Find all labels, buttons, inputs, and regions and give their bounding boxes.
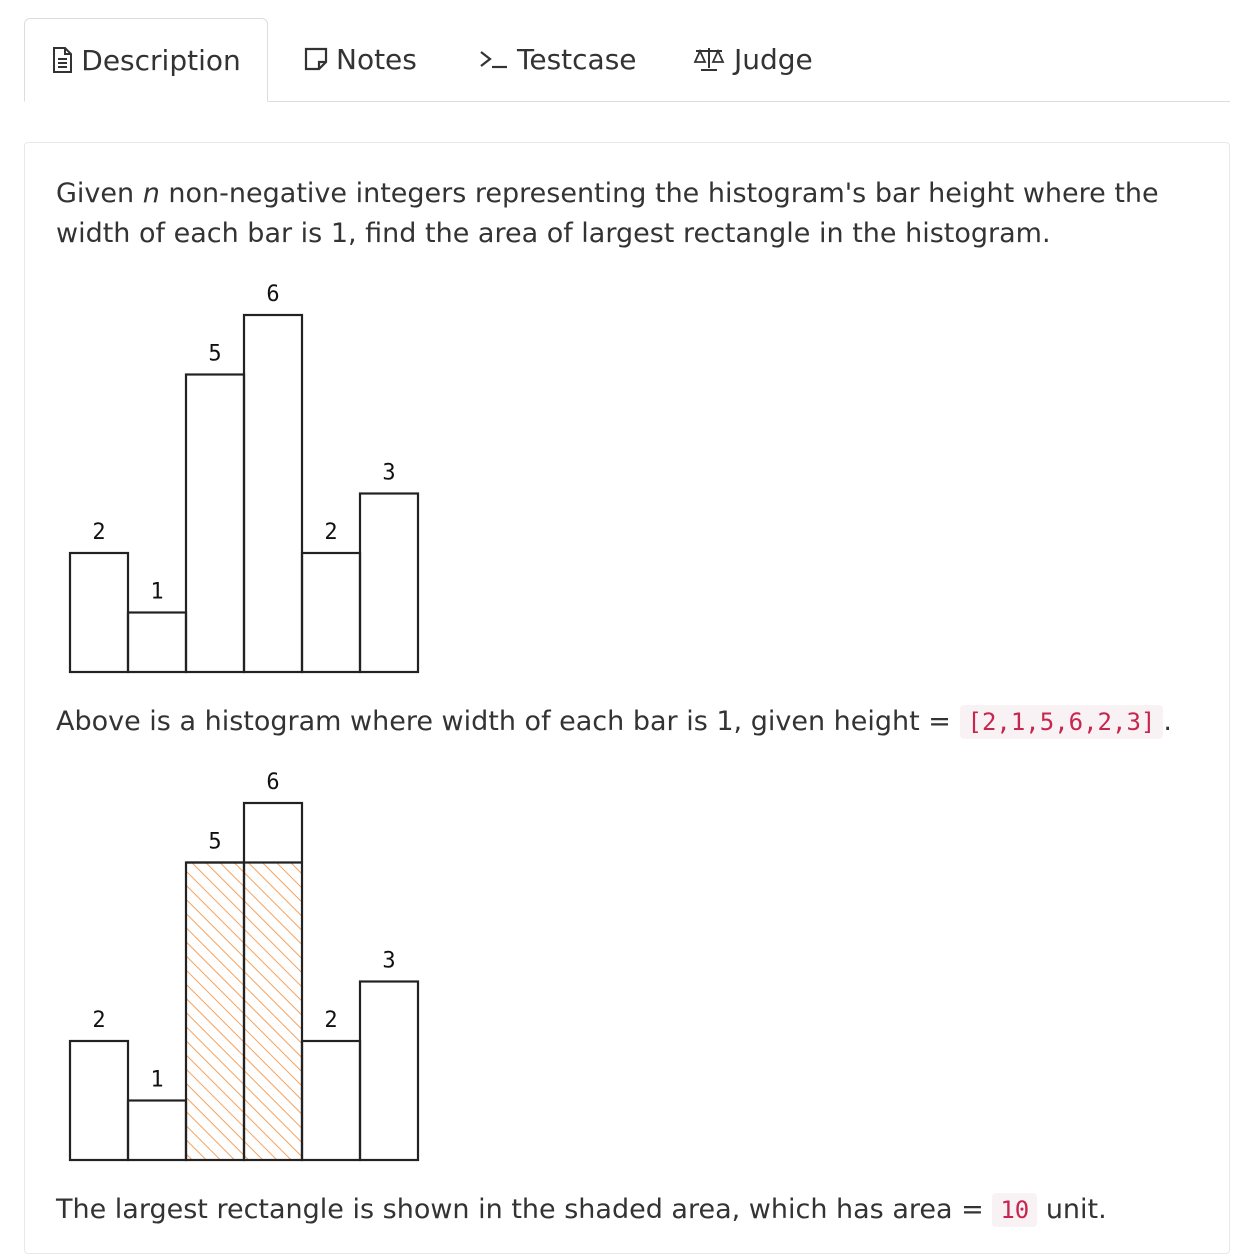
intro-text-rest: non-negative integers representing the h… <box>56 178 1159 249</box>
caption-text: Above is a histogram where width of each… <box>56 706 960 737</box>
bar-value-label: 2 <box>324 520 337 545</box>
note-icon <box>304 47 328 71</box>
document-icon <box>51 47 73 73</box>
bar-value-label: 6 <box>266 282 279 307</box>
tab-bar: Description Notes Testcase Judge <box>24 18 1230 102</box>
bar <box>300 1039 362 1162</box>
bar <box>68 551 130 674</box>
tab-judge[interactable]: Judge <box>692 18 813 100</box>
tab-label: Description <box>81 43 241 77</box>
result-caption: The largest rectangle is shown in the sh… <box>56 1190 1206 1230</box>
tab-notes[interactable]: Notes <box>304 18 417 100</box>
bar-value-label: 2 <box>92 520 105 545</box>
bar-value-label: 1 <box>150 580 163 605</box>
tab-label: Judge <box>734 42 813 76</box>
result-text: The largest rectangle is shown in the sh… <box>56 1194 993 1225</box>
height-array-code: [2,1,5,6,2,3] <box>959 705 1164 739</box>
bar <box>242 313 304 674</box>
bar <box>184 373 246 674</box>
histogram-caption: Above is a histogram where width of each… <box>56 702 1206 742</box>
bar <box>68 1039 130 1162</box>
tab-testcase[interactable]: Testcase <box>479 18 637 100</box>
bar-value-label: 3 <box>382 949 395 974</box>
bar-value-label: 1 <box>150 1068 163 1093</box>
n-variable: n <box>142 178 160 209</box>
intro-text: Given <box>56 178 143 209</box>
tab-label: Notes <box>336 42 417 76</box>
bar <box>300 551 362 674</box>
bar <box>358 492 420 674</box>
bar <box>358 980 420 1162</box>
result-unit: unit. <box>1037 1194 1107 1225</box>
terminal-icon <box>479 48 509 70</box>
bar <box>126 1099 188 1162</box>
bar <box>126 611 188 674</box>
bar-value-label: 2 <box>92 1008 105 1033</box>
bar-value-label: 6 <box>266 770 279 795</box>
tab-label: Testcase <box>517 42 637 76</box>
bar-value-label: 3 <box>382 461 395 486</box>
area-value-code: 10 <box>992 1193 1038 1227</box>
bar-value-label: 5 <box>208 830 221 855</box>
bar-value-label: 2 <box>324 1008 337 1033</box>
tab-description[interactable]: Description <box>24 18 268 102</box>
histogram-chart: 2 1 5 6 2 3 <box>68 282 420 674</box>
problem-statement: Given n non-negative integers representi… <box>56 174 1206 254</box>
largest-rectangle-chart: 2 1 5 6 2 3 <box>68 770 420 1162</box>
bar-value-label: 5 <box>208 342 221 367</box>
scale-icon <box>692 46 726 72</box>
caption-period: . <box>1163 706 1172 737</box>
